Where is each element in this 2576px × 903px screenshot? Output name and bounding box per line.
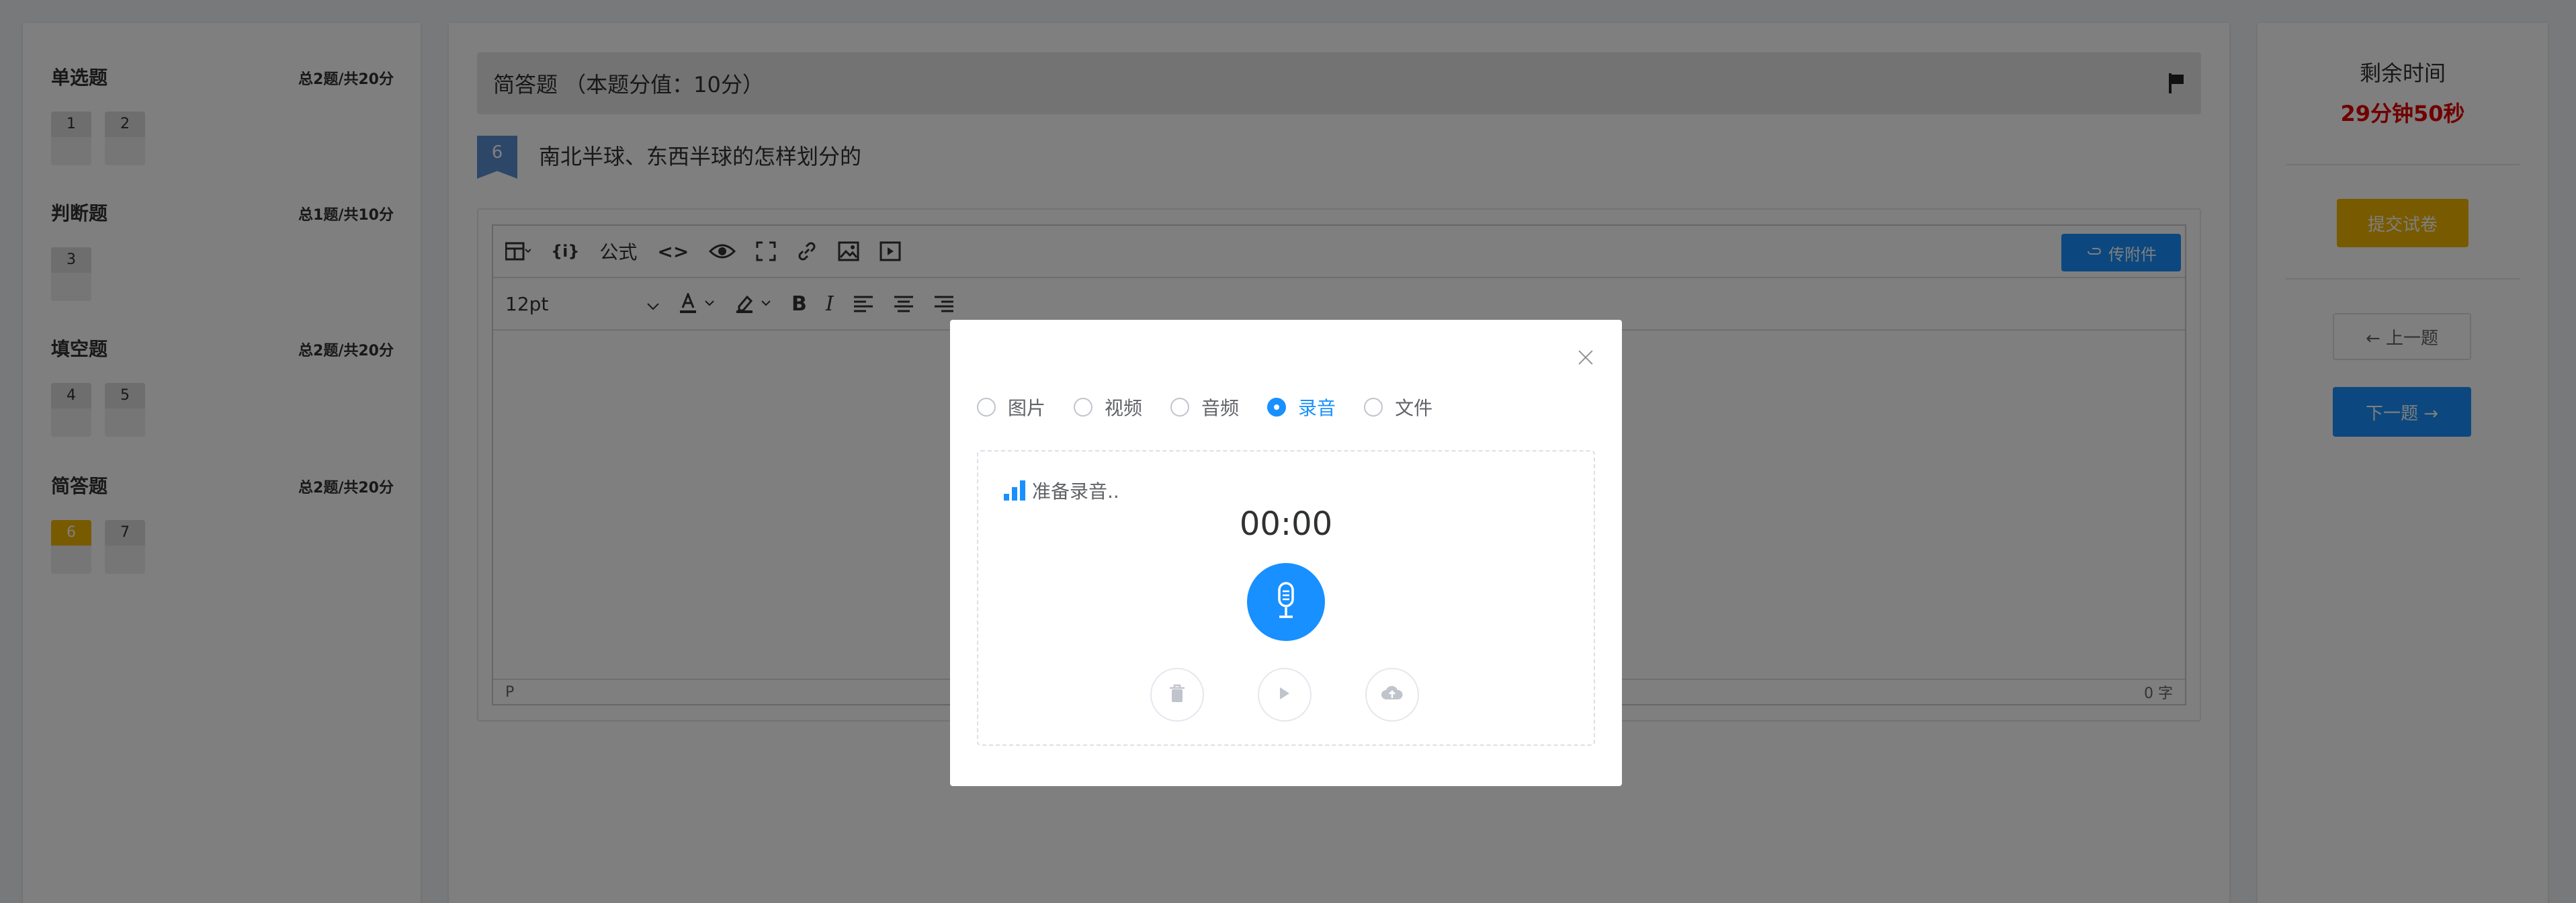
radio-label: 视频 [1105,397,1143,419]
radio-circle [1364,398,1383,417]
upload-dialog: 图片 视频 音频 录音 文件 准备录音.. 00:00 [950,320,1622,786]
play-recording-button[interactable] [1258,668,1312,722]
radio-label: 文件 [1395,397,1433,419]
radio-video[interactable]: 视频 [1074,394,1142,421]
signal-bars-icon [1004,480,1025,501]
radio-file[interactable]: 文件 [1364,394,1432,421]
radio-circle [1170,398,1190,417]
close-icon[interactable] [1576,348,1595,367]
radio-label: 音频 [1201,397,1240,419]
microphone-icon [1271,580,1301,624]
upload-type-radio-group: 图片 视频 音频 录音 文件 [977,394,1432,421]
radio-label: 录音 [1298,397,1336,419]
radio-audio[interactable]: 音频 [1170,394,1239,421]
radio-recording[interactable]: 录音 [1267,394,1336,421]
radio-circle [1267,398,1287,417]
radio-label: 图片 [1008,397,1046,419]
recording-timer: 00:00 [1239,505,1333,543]
trash-icon [1168,683,1187,706]
upload-recording-button[interactable] [1365,668,1419,722]
recorder-status: 准备录音.. [1004,477,1119,504]
cloud-upload-icon [1381,685,1404,705]
radio-circle [1074,398,1093,417]
play-icon [1279,686,1291,703]
recorder-panel: 准备录音.. 00:00 [977,450,1595,746]
radio-image[interactable]: 图片 [977,394,1045,421]
radio-circle [977,398,996,417]
record-button[interactable] [1247,563,1325,641]
delete-recording-button[interactable] [1150,668,1204,722]
recorder-status-text: 准备录音.. [1032,480,1119,503]
